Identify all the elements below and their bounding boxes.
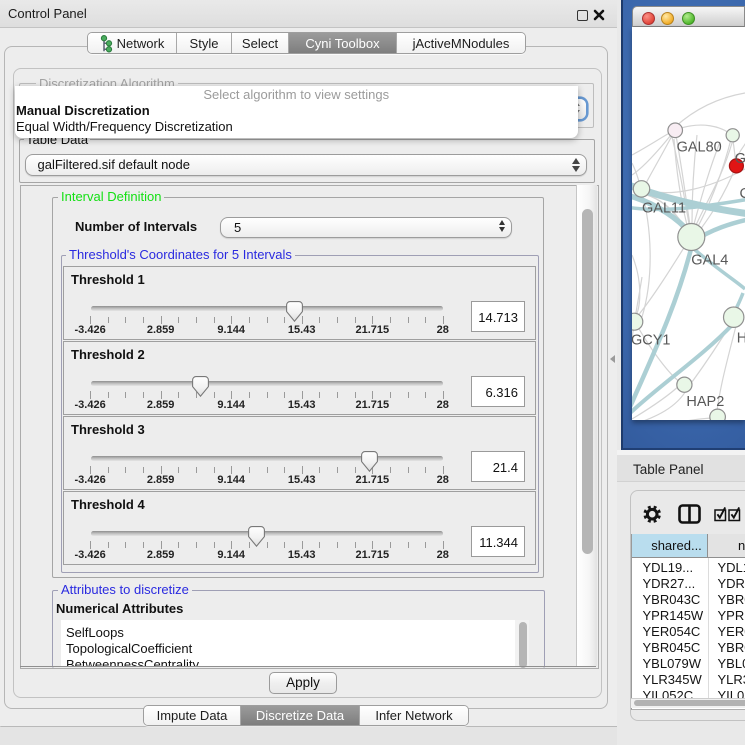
svg-text:C: C	[740, 186, 745, 202]
svg-text:GAL4: GAL4	[691, 253, 728, 269]
svg-text:GA: GA	[735, 151, 745, 167]
svg-text:H: H	[737, 331, 745, 347]
svg-text:HAP2: HAP2	[686, 394, 724, 410]
svg-text:GCY1: GCY1	[632, 333, 671, 349]
svg-text:GAL80: GAL80	[677, 140, 722, 156]
svg-text:GAL11: GAL11	[642, 201, 686, 217]
